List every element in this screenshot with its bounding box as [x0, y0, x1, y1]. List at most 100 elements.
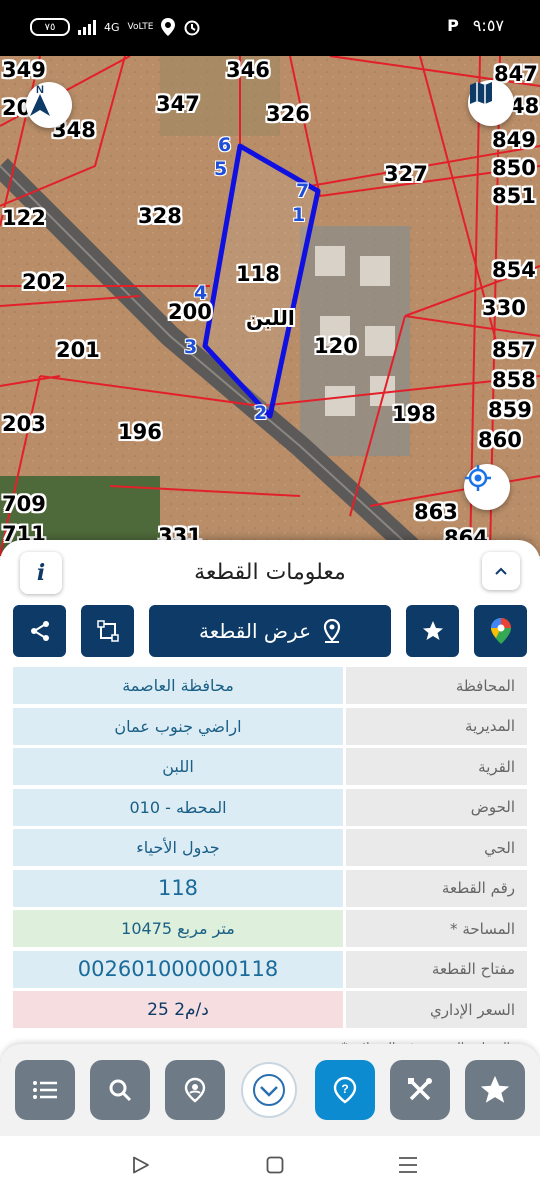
detail-label: القرية: [346, 748, 527, 785]
satellite-map[interactable]: 349 346 847 20 347 326 48 348 849 850 32…: [0, 56, 540, 556]
detail-label: الحي: [346, 829, 527, 866]
detail-row-neighborhood: جدول الأحياء الحي: [13, 829, 527, 866]
show-parcel-label: عرض القطعة: [198, 619, 312, 643]
parcel-label: 203: [2, 412, 46, 436]
volte-label: VoLTE: [127, 22, 154, 32]
detail-value: اللبن: [13, 748, 343, 785]
detail-value: محافظة العاصمة: [13, 667, 343, 704]
parcel-label: 48: [510, 94, 540, 118]
north-arrow-button[interactable]: N: [26, 82, 72, 128]
location-status-icon: [161, 18, 176, 36]
search-icon: [109, 1079, 132, 1102]
vertex-label: 5: [214, 158, 228, 180]
parcel-details-table: محافظة العاصمة المحافظة اراضي جنوب عمان …: [13, 667, 527, 1032]
village-label: اللبن: [246, 306, 295, 330]
tools-icon: [408, 1078, 432, 1101]
favorite-star-icon: [480, 1075, 510, 1103]
favorite-button[interactable]: [406, 605, 459, 657]
detail-row-directorate: اراضي جنوب عمان المديرية: [13, 707, 527, 745]
collapse-toolbar-button[interactable]: [241, 1062, 297, 1118]
google-maps-button[interactable]: [474, 605, 527, 657]
vertex-label: 1: [292, 204, 306, 226]
detail-value: المحطه - 010: [13, 788, 343, 826]
parcel-label: 849: [492, 128, 536, 152]
parcel-label: 330: [482, 296, 526, 320]
parcel-label: 857: [492, 338, 536, 362]
parcel-label: 328: [138, 204, 182, 228]
alarm-icon: [184, 20, 200, 36]
status-icons-left: ٧٥ 4G VoLTE: [30, 18, 201, 36]
back-icon[interactable]: [132, 1156, 150, 1174]
boundary-button[interactable]: [81, 605, 134, 657]
detail-value: اراضي جنوب عمان: [13, 707, 343, 745]
detail-value: جدول الأحياء: [13, 829, 343, 866]
detail-value: 118: [13, 869, 343, 907]
location-pin-icon: [323, 619, 341, 643]
carrier-tag: P: [447, 16, 459, 35]
detail-label: الحوض: [346, 788, 527, 826]
parcel-label: 854: [492, 258, 536, 282]
parcel-label: 196: [118, 420, 162, 444]
detail-label: المحافظة: [346, 667, 527, 704]
clock: ٩:٥٧: [472, 16, 504, 35]
vertex-label: 2: [254, 402, 268, 424]
chevron-down-icon: [253, 1074, 285, 1106]
help-location-button[interactable]: ?: [315, 1060, 375, 1120]
parcel-label: 198: [392, 402, 436, 426]
collapse-button[interactable]: [482, 552, 520, 590]
my-location-icon: [465, 465, 491, 491]
detail-row-basin: المحطه - 010 الحوض: [13, 788, 527, 826]
network-type-label: 4G: [104, 20, 120, 34]
favorites-button[interactable]: [465, 1060, 525, 1120]
svg-text:?: ?: [341, 1082, 348, 1096]
parcel-label: 202: [22, 270, 66, 294]
vertex-label: 3: [184, 336, 198, 358]
detail-value: 25 د/م2: [13, 991, 343, 1028]
help-pin-icon: ?: [333, 1076, 357, 1104]
detail-label: رقم القطعة: [346, 869, 527, 907]
detail-value: 10475 متر مربع: [13, 910, 343, 947]
parcel-label: 851: [492, 184, 536, 208]
parcel-label: 326: [266, 102, 310, 126]
status-icons-right: P ٩:٥٧: [447, 16, 504, 35]
my-location-button[interactable]: [464, 464, 510, 510]
parcel-label: 863: [414, 500, 458, 524]
vertex-label: 6: [218, 134, 232, 156]
parcel-label: 122: [2, 206, 46, 230]
signal-icon: [78, 19, 96, 35]
location-button[interactable]: [165, 1060, 225, 1120]
vertex-label: 7: [296, 180, 310, 202]
detail-label: مفتاح القطعة: [346, 950, 527, 988]
tools-button[interactable]: [390, 1060, 450, 1120]
list-icon: [33, 1081, 57, 1099]
detail-row-admin-price: 25 د/م2 السعر الإداري: [13, 991, 527, 1028]
parcel-label: 347: [156, 92, 200, 116]
map-layers-icon: [470, 82, 492, 104]
parcel-label: 201: [56, 338, 100, 362]
status-bar: ٧٥ 4G VoLTE P ٩:٥٧: [0, 0, 540, 56]
parcel-label: 346: [226, 58, 270, 82]
parcel-label: 859: [488, 398, 532, 422]
vertex-label: 4: [194, 282, 208, 304]
detail-row-village: اللبن القرية: [13, 748, 527, 785]
bottom-toolbar: ?: [0, 1044, 540, 1136]
detail-label: السعر الإداري: [346, 991, 527, 1028]
map-layers-button[interactable]: [468, 80, 514, 126]
parcel-info-sheet: i معلومات القطعة عرض القطعة محافظة العاص…: [0, 540, 540, 1060]
list-button[interactable]: [15, 1060, 75, 1120]
share-icon: [30, 621, 49, 641]
detail-label: المساحة *: [346, 910, 527, 947]
sheet-title: معلومات القطعة: [194, 560, 346, 585]
polygon-boundary-icon: [96, 620, 119, 642]
search-button[interactable]: [90, 1060, 150, 1120]
parcel-label: 120: [314, 334, 358, 358]
home-icon[interactable]: [266, 1156, 284, 1174]
recents-icon[interactable]: [398, 1156, 418, 1174]
detail-label: المديرية: [346, 707, 527, 745]
parcel-label: 327: [384, 162, 428, 186]
share-button[interactable]: [13, 605, 66, 657]
detail-row-area: 10475 متر مربع المساحة *: [13, 910, 527, 947]
parcel-label: 118: [236, 262, 280, 286]
show-parcel-button[interactable]: عرض القطعة: [149, 605, 391, 657]
detail-row-parcel-number: 118 رقم القطعة: [13, 869, 527, 907]
